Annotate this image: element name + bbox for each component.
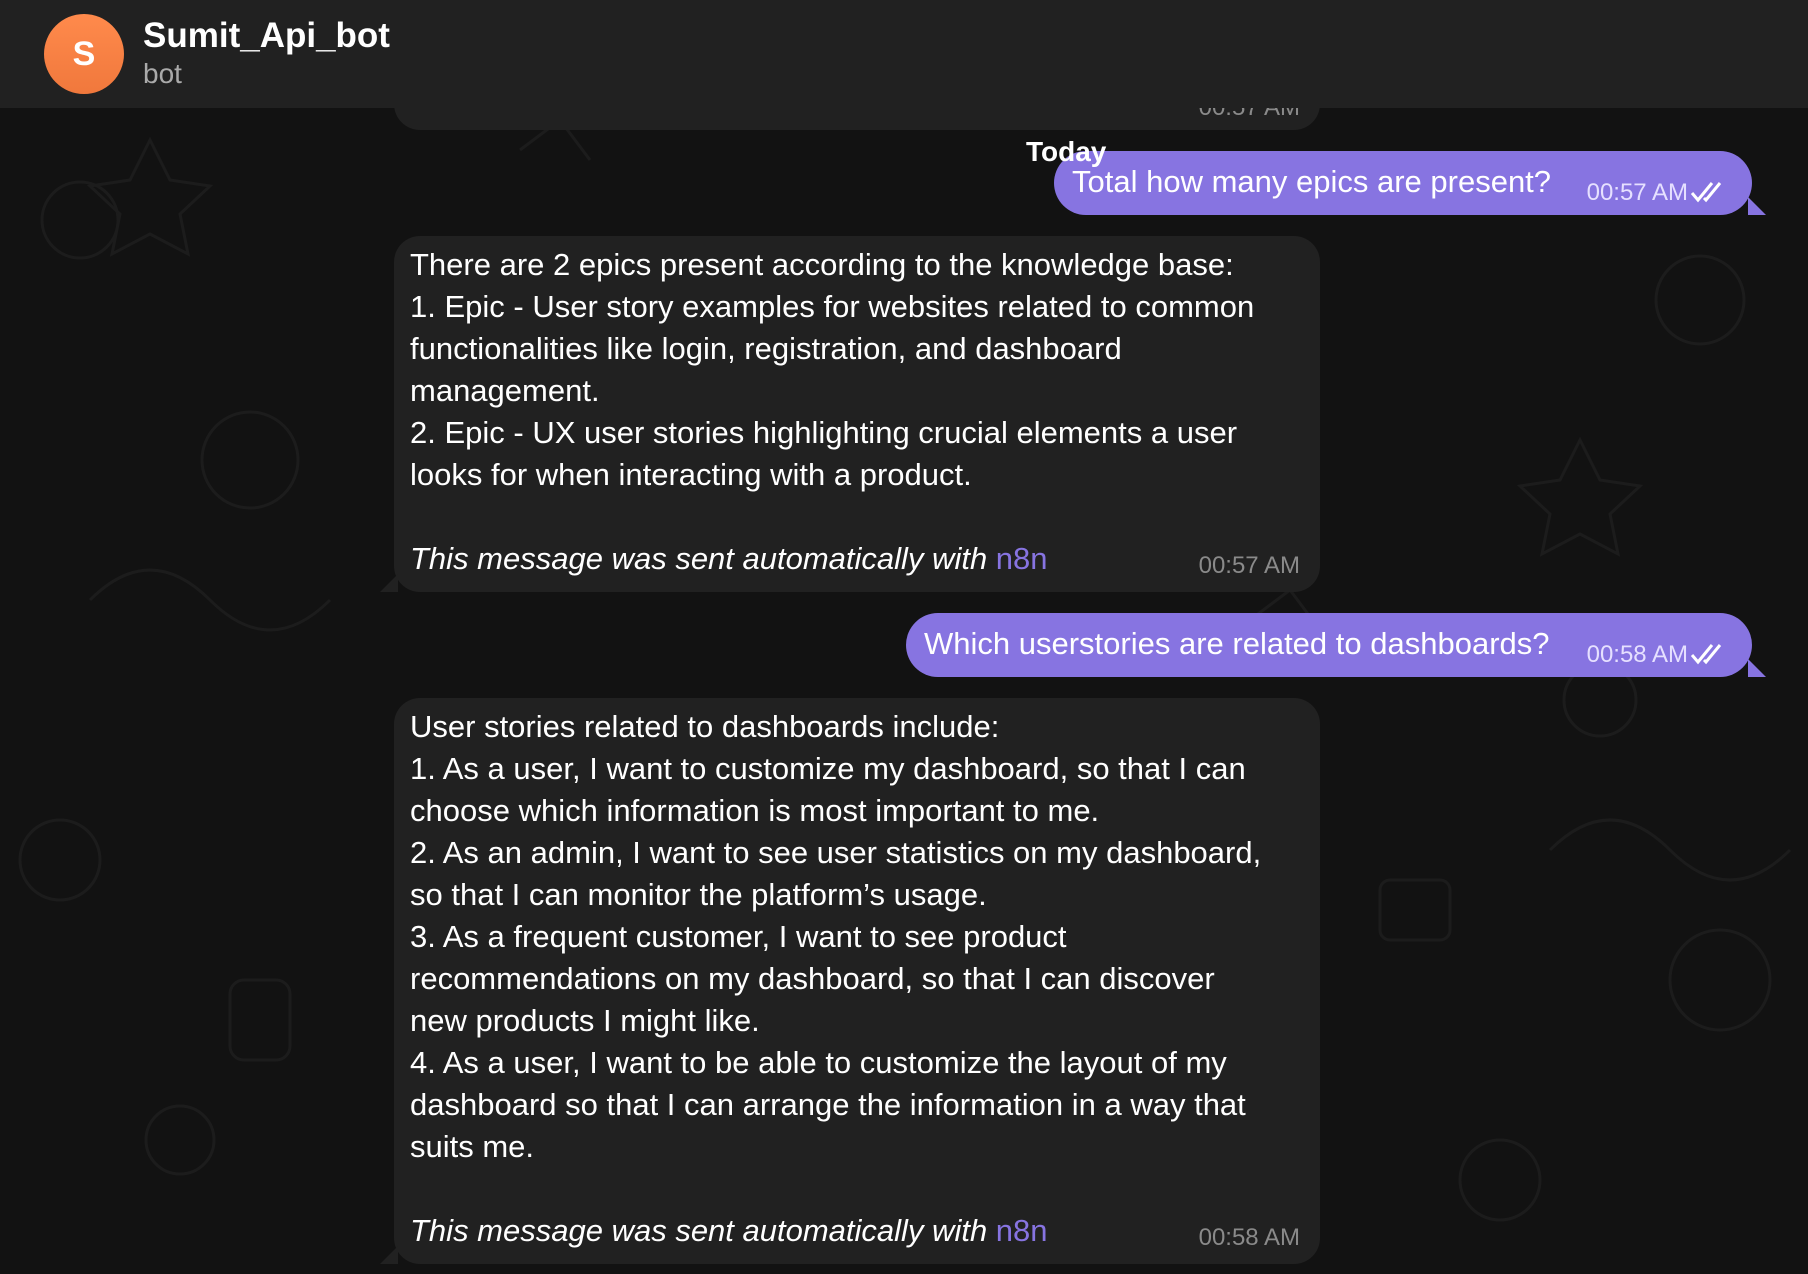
message-line: 4. As a user, I want to be able to custo… <box>410 1045 1227 1080</box>
footer-text: This message was sent automatically with <box>410 541 996 576</box>
chat-title[interactable]: Sumit_Api_bot <box>143 16 390 56</box>
auto-message-footer: This message was sent automatically with… <box>410 1210 1304 1252</box>
n8n-link[interactable]: n8n <box>996 541 1048 576</box>
message-time: 00:58 AM <box>1198 1224 1300 1251</box>
message-line: dashboard so that I can arrange the info… <box>410 1087 1246 1122</box>
message-time: 00:57 AM <box>1198 552 1300 579</box>
message-time: 00:57 AM <box>1586 179 1688 206</box>
bubble-tail <box>1748 197 1766 215</box>
outgoing-message[interactable]: Total how many epics are present? 00:57 … <box>1054 151 1766 215</box>
bubble-tail <box>380 574 398 592</box>
bubble-tail <box>1748 659 1766 677</box>
footer-text: This message was sent automatically with <box>410 1213 996 1248</box>
message-line: 2. Epic - UX user stories highlighting c… <box>410 415 1238 450</box>
message-text: Total how many epics are present? <box>1072 164 1552 199</box>
date-separator: Today <box>1026 136 1107 167</box>
bubble-tail <box>380 1246 398 1264</box>
message-line: functionalities like login, registration… <box>410 331 1122 366</box>
auto-message-footer: This message was sent automatically with… <box>410 538 1304 580</box>
message-time: 00:58 AM <box>1586 641 1688 668</box>
chat-header: S Sumit_Api_bot bot <box>0 0 1808 108</box>
message-line: so that I can monitor the platform’s usa… <box>410 877 987 912</box>
message-line: User stories related to dashboards inclu… <box>410 709 1000 744</box>
outgoing-message[interactable]: Which userstories are related to dashboa… <box>906 613 1766 677</box>
message-line: choose which information is most importa… <box>410 793 1100 828</box>
message-text: Which userstories are related to dashboa… <box>924 626 1550 661</box>
message-line: recommendations on my dashboard, so that… <box>410 961 1215 996</box>
message-line: 1. As a user, I want to customize my das… <box>410 751 1246 786</box>
message-line: looks for when interacting with a produc… <box>410 457 972 492</box>
incoming-message[interactable]: User stories related to dashboards inclu… <box>380 698 1320 1264</box>
message-line: new products I might like. <box>410 1003 760 1038</box>
message-line: management. <box>410 373 600 408</box>
message-line: suits me. <box>410 1129 535 1164</box>
incoming-message[interactable]: There are 2 epics present according to t… <box>380 236 1320 592</box>
chat-status: bot <box>143 58 182 89</box>
message-line: 1. Epic - User story examples for websit… <box>410 289 1255 324</box>
message-line: There are 2 epics present according to t… <box>410 247 1234 282</box>
message-line: 3. As a frequent customer, I want to see… <box>410 919 1067 954</box>
double-check-icon <box>1690 644 1722 665</box>
double-check-icon <box>1690 182 1722 203</box>
n8n-link[interactable]: n8n <box>996 1213 1048 1248</box>
message-line: 2. As an admin, I want to see user stati… <box>410 835 1262 870</box>
avatar[interactable]: S <box>44 14 124 94</box>
